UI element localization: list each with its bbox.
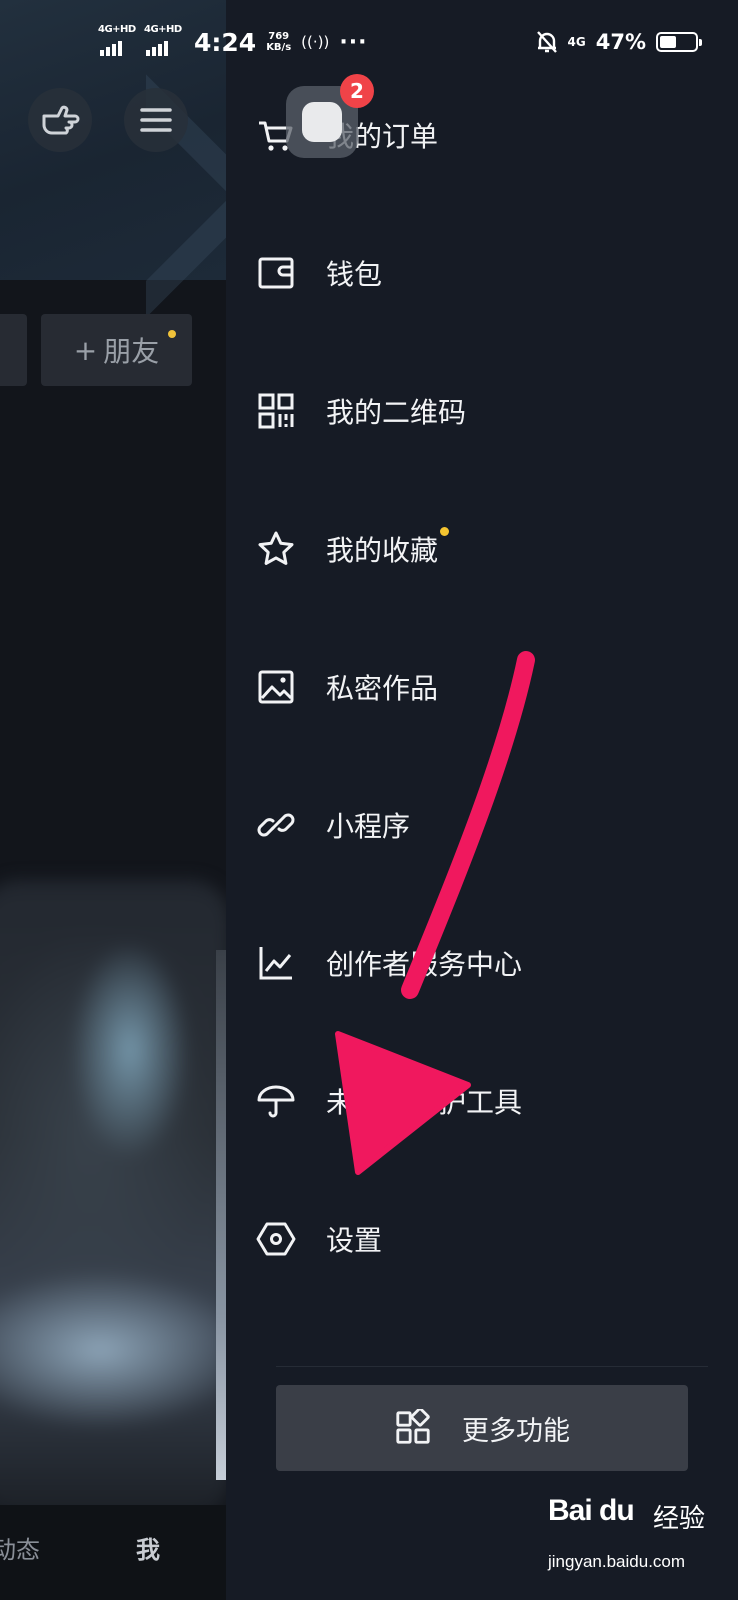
menu-item-favorites[interactable]: 我的收藏 [226, 494, 738, 604]
grid-apps-icon [394, 1409, 432, 1447]
menu-label: 设置 [326, 1224, 383, 1257]
menu-item-wallet[interactable]: 钱包 [226, 218, 738, 328]
add-friend-label: 朋友 [103, 335, 160, 368]
chart-icon [256, 943, 296, 983]
menu-item-mini-programs[interactable]: 小程序 [226, 770, 738, 880]
more-features-button[interactable]: 更多功能 [276, 1385, 688, 1471]
baidu-logo: Bai du [548, 1494, 635, 1527]
menu-label: 未成年保护工具 [326, 1086, 523, 1119]
clock: 4:24 [194, 27, 257, 57]
app-icon [302, 102, 342, 142]
battery-icon [656, 32, 702, 52]
menu-label: 我的收藏 [326, 527, 450, 569]
new-dot [168, 330, 176, 338]
background-page: + 朋友 动态 我 [0, 0, 226, 1600]
add-friend-button[interactable]: + 朋友 [41, 314, 192, 386]
edit-profile-chip[interactable] [0, 314, 27, 386]
floating-notification[interactable]: 2 [286, 74, 374, 158]
menu-label: 私密作品 [326, 672, 439, 705]
menu-item-minor-protection[interactable]: 未成年保护工具 [226, 1046, 738, 1156]
tab-dynamic[interactable]: 动态 [0, 1530, 40, 1565]
tab-me[interactable]: 我 [136, 1530, 160, 1565]
battery-percent: 47% [595, 30, 646, 54]
sim2-signal-icon: 4G+HD [144, 24, 182, 58]
wallet-icon [256, 253, 296, 293]
watermark-url: jingyan.baidu.com [548, 1552, 686, 1571]
umbrella-icon [256, 1081, 296, 1121]
baidu-watermark: Bai du 经验 jingyan.baidu.com [548, 1482, 728, 1592]
menu-label: 小程序 [326, 810, 411, 843]
network-type-icon: 4G [567, 35, 586, 49]
hand-pointer-button[interactable] [28, 88, 92, 152]
mute-bell-icon [536, 31, 557, 53]
menu-label: 创作者服务中心 [326, 948, 523, 981]
menu-button[interactable] [124, 88, 188, 152]
menu-label: 我的二维码 [326, 396, 467, 429]
menu-item-qrcode[interactable]: 我的二维码 [226, 356, 738, 466]
new-dot [440, 527, 450, 536]
side-drawer: 我的订单 钱包 我的二维码 我的收藏 私密作品 小程序 创作者服务中心 未成年保… [226, 0, 738, 1600]
link-icon [256, 805, 296, 845]
hand-pointer-icon [42, 105, 80, 135]
menu-item-settings[interactable]: 设置 [226, 1184, 738, 1294]
status-bar: 4G+HD 4G+HD 4:24 769 KB/s ((·)) ··· 4G 4… [0, 0, 738, 84]
notification-badge: 2 [340, 74, 374, 108]
network-speed: 769 KB/s [266, 31, 292, 53]
plus-icon: + [73, 333, 98, 367]
hotspot-icon: ((·)) [301, 33, 330, 51]
qr-code-icon [256, 391, 296, 431]
sim1-signal-icon: 4G+HD [98, 24, 136, 58]
divider [276, 1366, 708, 1367]
more-notifications-icon: ··· [339, 29, 368, 55]
blurred-video-thumbnail [0, 880, 226, 1520]
image-icon [256, 667, 296, 707]
menu-label: 钱包 [326, 258, 383, 291]
more-features-label: 更多功能 [462, 1415, 570, 1447]
star-icon [256, 529, 296, 569]
hexagon-settings-icon [256, 1219, 296, 1259]
watermark-text: 经验 [653, 1504, 706, 1534]
thumbnail-edge [216, 950, 226, 1480]
menu-item-private-works[interactable]: 私密作品 [226, 632, 738, 742]
hamburger-icon [140, 108, 172, 132]
menu-item-creator-center[interactable]: 创作者服务中心 [226, 908, 738, 1018]
